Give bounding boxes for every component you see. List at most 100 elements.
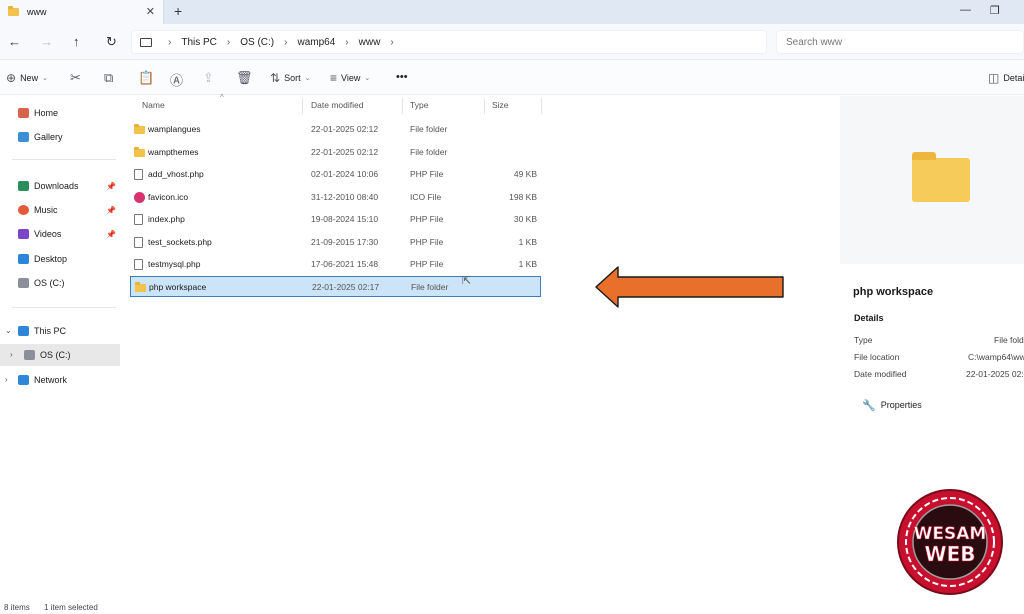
view-icon: ≡ — [330, 71, 338, 85]
column-header-date[interactable]: Date modified — [311, 100, 363, 110]
sidebar-item-this-pc[interactable]: This PC — [0, 320, 120, 342]
file-type: PHP File — [410, 169, 444, 179]
desktop-icon — [18, 254, 29, 264]
column-divider[interactable] — [302, 98, 303, 114]
sidebar-item-gallery[interactable]: Gallery — [0, 126, 120, 148]
chevron-right-icon[interactable]: › — [390, 37, 393, 48]
new-tab-button[interactable]: + — [174, 3, 182, 19]
column-divider[interactable] — [402, 98, 403, 114]
command-bar: ⊕ New ⌄ ✂ ⧉ 📋 Ⓐ ⇪ 🗑 ⇅ Sort ⌄ ≡ View ⌄ ••… — [0, 61, 1024, 95]
sidebar-item-music[interactable]: Music 📌 — [0, 199, 120, 221]
breadcrumb[interactable]: › This PC › OS (C:) › wamp64 › www › — [131, 30, 767, 54]
file-type: PHP File — [410, 237, 444, 247]
file-row-favicon[interactable]: favicon.ico 31-12-2010 08:40 ICO File 19… — [130, 187, 541, 208]
sidebar-item-label: Videos — [34, 229, 62, 239]
sort-button[interactable]: ⇅ Sort ⌄ — [270, 71, 310, 85]
file-name: wamplangues — [148, 124, 201, 134]
column-divider[interactable] — [484, 98, 485, 114]
sidebar-item-label: OS (C:) — [40, 350, 71, 360]
sidebar-item-downloads[interactable]: Downloads 📌 — [0, 175, 120, 197]
rename-icon[interactable]: Ⓐ — [170, 70, 183, 89]
file-type: PHP File — [410, 259, 444, 269]
php-file-icon — [134, 259, 143, 270]
logo-line2: WEB — [925, 542, 976, 566]
file-row-php-workspace[interactable]: php workspace 22-01-2025 02:17 File fold… — [130, 276, 541, 297]
breadcrumb-www[interactable]: www — [359, 37, 381, 48]
sidebar-item-videos[interactable]: Videos 📌 — [0, 223, 120, 245]
items-count: 8 items — [4, 603, 30, 612]
large-folder-icon — [912, 152, 970, 202]
chevron-down-icon: ⌄ — [42, 75, 48, 82]
close-tab-icon[interactable]: ✕ — [146, 5, 155, 18]
share-icon[interactable]: ⇪ — [203, 70, 214, 86]
properties-button[interactable]: 🔧 Properties — [854, 395, 930, 415]
view-button[interactable]: ≡ View ⌄ — [330, 71, 370, 85]
pin-icon[interactable]: 📌 — [106, 230, 116, 239]
logo-line1: WESAM — [914, 524, 987, 544]
sidebar-item-home[interactable]: Home — [0, 102, 120, 124]
chevron-right-icon[interactable]: › — [227, 37, 230, 48]
detail-value-date: 22-01-2025 02:1 — [966, 369, 1024, 379]
sidebar-item-os-c-expanded[interactable]: › OS (C:) — [0, 344, 120, 366]
arrow-annotation-icon — [595, 266, 784, 308]
pin-icon[interactable]: 📌 — [106, 206, 116, 215]
file-name: favicon.ico — [148, 192, 189, 202]
breadcrumb-wamp64[interactable]: wamp64 — [297, 37, 335, 48]
file-row-index[interactable]: index.php 19-08-2024 15:10 PHP File 30 K… — [130, 209, 541, 230]
sidebar-item-label: Music — [34, 205, 58, 215]
restore-button[interactable]: ❐ — [990, 4, 1000, 17]
php-file-icon — [134, 237, 143, 248]
file-row-wampthemes[interactable]: wampthemes 22-01-2025 02:12 File folder — [130, 142, 541, 163]
forward-button[interactable]: → — [40, 34, 53, 49]
new-button[interactable]: ⊕ New ⌄ — [6, 71, 48, 85]
breadcrumb-this-pc[interactable]: This PC — [181, 37, 217, 48]
file-row-wamplangues[interactable]: wamplangues 22-01-2025 02:12 File folder — [130, 119, 541, 140]
wesam-web-logo: WESAM WEB — [897, 489, 1003, 595]
downloads-icon — [18, 181, 29, 191]
delete-icon[interactable]: 🗑 — [236, 70, 253, 86]
column-divider[interactable] — [541, 98, 542, 114]
drive-icon — [24, 350, 35, 360]
details-button[interactable]: ◫ Detai — [988, 71, 1024, 85]
details-title: php workspace — [853, 286, 934, 298]
file-size: 198 KB — [509, 192, 537, 202]
tab-www[interactable]: www ✕ — [0, 0, 164, 24]
column-header-size[interactable]: Size — [492, 100, 509, 110]
file-row-add-vhost[interactable]: add_vhost.php 02-01-2024 10:06 PHP File … — [130, 164, 541, 185]
sort-icon: ⇅ — [270, 71, 281, 85]
refresh-button[interactable]: ↻ — [106, 34, 117, 50]
file-date: 22-01-2025 02:12 — [311, 124, 379, 134]
pin-icon[interactable]: 📌 — [106, 182, 116, 191]
more-options-button[interactable]: ••• — [396, 71, 408, 83]
sidebar-item-label: OS (C:) — [34, 278, 65, 288]
sidebar-item-label: This PC — [34, 326, 67, 336]
divider — [12, 159, 116, 160]
chevron-right-icon[interactable]: › — [345, 37, 348, 48]
up-button[interactable]: ↑ — [73, 34, 80, 49]
tab-title: www — [27, 7, 47, 17]
file-name: php workspace — [149, 282, 207, 292]
minimize-button[interactable]: — — [960, 4, 971, 16]
chevron-right-icon[interactable]: › — [284, 37, 287, 48]
file-row-test-sockets[interactable]: test_sockets.php 21-09-2015 17:30 PHP Fi… — [130, 232, 541, 253]
divider — [12, 307, 116, 308]
sidebar-item-desktop[interactable]: Desktop — [0, 248, 120, 270]
column-header-name[interactable]: Name — [142, 100, 165, 110]
back-button[interactable]: ← — [8, 34, 21, 49]
search-input[interactable]: Search www — [776, 30, 1024, 54]
copy-icon[interactable]: ⧉ — [104, 70, 113, 86]
sidebar-item-network[interactable]: Network — [0, 369, 120, 391]
file-row-testmysql[interactable]: testmysql.php 17-06-2021 15:48 PHP File … — [130, 254, 541, 275]
breadcrumb-os-c[interactable]: OS (C:) — [240, 37, 274, 48]
paste-icon[interactable]: 📋 — [138, 70, 154, 86]
sidebar-item-os-c[interactable]: OS (C:) — [0, 272, 120, 294]
cut-icon[interactable]: ✂ — [70, 70, 81, 86]
file-size: 30 KB — [513, 214, 537, 224]
chevron-right-icon[interactable]: › — [10, 350, 13, 359]
detail-label-location: File location — [854, 352, 900, 362]
chevron-right-icon[interactable]: › — [168, 37, 171, 48]
detail-value-location: C:\wamp64\ww — [968, 352, 1024, 362]
column-header-type[interactable]: Type — [410, 100, 428, 110]
file-type: File folder — [410, 124, 448, 134]
music-icon — [18, 205, 29, 215]
